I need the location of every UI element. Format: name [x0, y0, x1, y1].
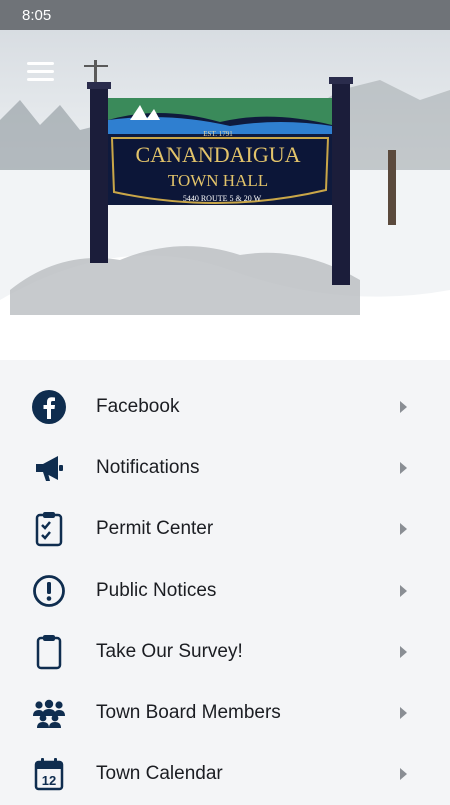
clipboard-check-icon: [30, 510, 68, 548]
chevron-right-icon: [400, 523, 407, 536]
hero-image: EST. 1791 CANANDAIGUA TOWN HALL 5440 ROU…: [0, 30, 450, 360]
menu-item-label: Notifications: [96, 456, 200, 478]
hamburger-line: [26, 61, 54, 65]
chevron-right-icon: [400, 461, 407, 474]
sign-line1-text: CANANDAIGUA: [136, 142, 301, 167]
hamburger-line: [26, 69, 54, 73]
megaphone-icon: [30, 449, 68, 487]
hamburger-menu-button[interactable]: [18, 52, 62, 90]
menu-item-label: Take Our Survey!: [96, 640, 243, 662]
chevron-right-icon: [400, 400, 407, 413]
chevron-right-icon: [400, 584, 407, 597]
menu-item-town-calendar[interactable]: 12 Town Calendar: [0, 744, 450, 805]
menu-item-permit-center[interactable]: Permit Center: [0, 499, 450, 560]
menu-item-public-notices[interactable]: Public Notices: [0, 560, 450, 621]
menu-item-label: Public Notices: [96, 579, 217, 601]
menu-list: Facebook Notifications Permit Center Pub…: [0, 360, 450, 800]
exclamation-circle-icon: [30, 572, 68, 610]
status-time: 8:05: [22, 6, 52, 24]
chevron-right-icon: [400, 707, 407, 720]
menu-item-label: Facebook: [96, 395, 180, 417]
users-group-icon: [30, 694, 68, 732]
menu-item-facebook[interactable]: Facebook: [0, 376, 450, 437]
menu-item-label: Town Calendar: [96, 763, 223, 785]
facebook-icon: [30, 388, 68, 426]
menu-item-label: Permit Center: [96, 518, 214, 540]
hamburger-line: [26, 77, 54, 81]
sign-est-text: EST. 1791: [203, 130, 233, 138]
menu-item-take-our-survey[interactable]: Take Our Survey!: [0, 621, 450, 682]
status-bar: 8:05: [0, 0, 450, 30]
chevron-right-icon: [400, 645, 407, 658]
chevron-right-icon: [400, 768, 407, 781]
menu-item-town-board-members[interactable]: Town Board Members: [0, 682, 450, 743]
clipboard-icon: [30, 633, 68, 671]
calendar-icon: 12: [30, 755, 68, 793]
menu-item-label: Town Board Members: [96, 702, 281, 724]
svg-text:12: 12: [42, 773, 56, 788]
sign-line2-text: TOWN HALL: [168, 171, 268, 190]
menu-item-notifications[interactable]: Notifications: [0, 437, 450, 498]
sign-address-text: 5440 ROUTE 5 & 20 W: [183, 194, 262, 203]
